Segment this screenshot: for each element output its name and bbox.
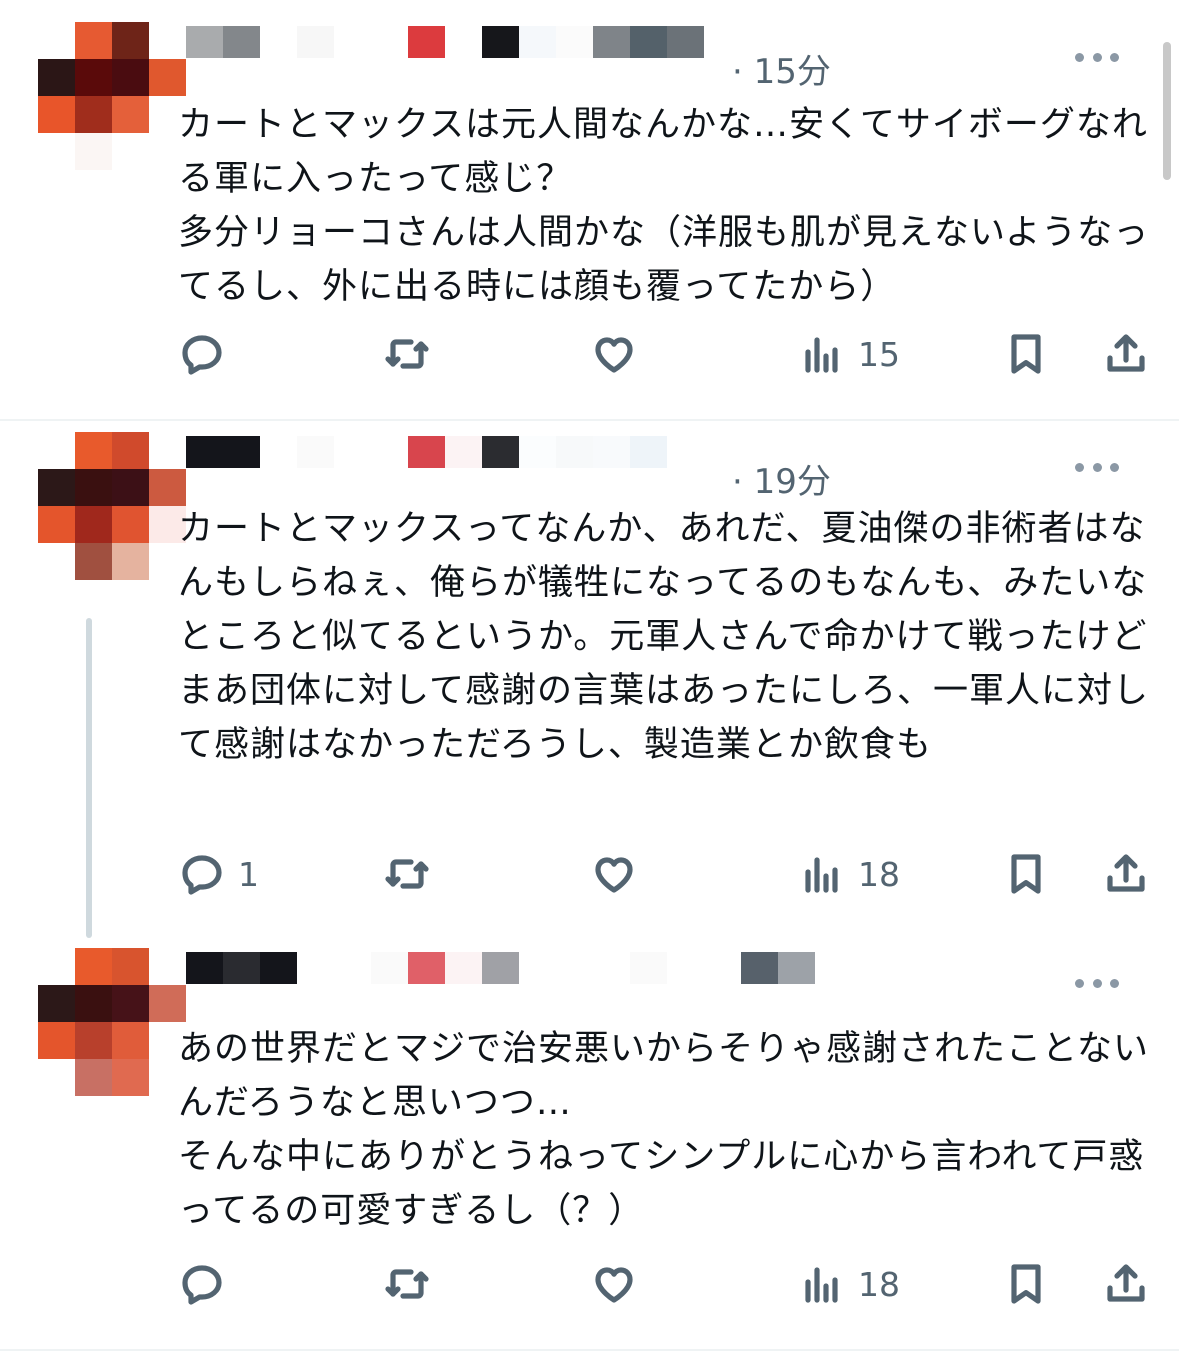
views-icon: [805, 1267, 838, 1303]
action-bar: 1 18: [178, 848, 1151, 900]
tweet-text: カートとマックスってなんか、あれだ、夏油傑の非術者はなんもしらねぇ、俺らが犠牲に…: [178, 509, 1149, 765]
scrollbar[interactable]: [1163, 42, 1171, 180]
like-icon: [595, 1267, 633, 1303]
more-icon[interactable]: [1075, 460, 1119, 474]
views-count: 18: [858, 1264, 900, 1304]
bookmark-button[interactable]: [1002, 1260, 1050, 1308]
like-button[interactable]: [590, 850, 638, 898]
thread-line: [86, 618, 92, 938]
views-button[interactable]: 15: [798, 330, 900, 378]
tweet[interactable]: · 15分 カートとマックスは元人間なんかな…安くてサイボーグなれる軍に入ったっ…: [0, 0, 1179, 420]
views-count: 15: [858, 334, 900, 374]
views-button[interactable]: 18: [798, 1260, 900, 1308]
timestamp[interactable]: · 19分: [732, 454, 831, 503]
like-icon: [595, 337, 633, 373]
divider: [0, 1349, 1179, 1351]
tweet[interactable]: · 19分 カートとマックスってなんか、あれだ、夏油傑の非術者はなんもしらねぇ、…: [0, 410, 1179, 938]
avatar[interactable]: [38, 22, 186, 170]
bookmark-button[interactable]: [1002, 850, 1050, 898]
views-button[interactable]: 18: [798, 850, 900, 898]
reply-button[interactable]: [178, 330, 238, 378]
action-bar: 18: [178, 1258, 1151, 1310]
tweet-text: カートとマックスは元人間なんかな…安くてサイボーグなれる軍に入ったって感じ？ 多…: [178, 105, 1150, 307]
bookmark-icon: [1011, 1264, 1041, 1304]
avatar[interactable]: [38, 948, 186, 1096]
retweet-button[interactable]: [383, 1260, 431, 1308]
tweet-text: あの世界だとマジで治安悪いからそりゃ感謝されたことないんだろうなと思いつつ… そ…: [178, 1029, 1149, 1231]
reply-button[interactable]: 1: [178, 850, 259, 898]
action-bar: 15: [178, 328, 1151, 380]
tweet[interactable]: あの世界だとマジで治安悪いからそりゃ感謝されたことないんだろうなと思いつつ… そ…: [0, 926, 1179, 1354]
more-icon[interactable]: [1075, 976, 1119, 990]
views-count: 18: [858, 854, 900, 894]
retweet-button[interactable]: [383, 850, 431, 898]
avatar[interactable]: [38, 432, 186, 580]
like-button[interactable]: [590, 1260, 638, 1308]
share-button[interactable]: [1102, 850, 1150, 898]
reply-icon: [182, 1265, 222, 1305]
share-button[interactable]: [1102, 330, 1150, 378]
reply-button[interactable]: [178, 1260, 238, 1308]
retweet-icon: [385, 859, 429, 889]
bookmark-icon: [1011, 854, 1041, 894]
retweet-button[interactable]: [383, 330, 431, 378]
views-icon: [805, 857, 838, 893]
like-button[interactable]: [590, 330, 638, 378]
display-name-redacted[interactable]: [186, 436, 704, 468]
bookmark-button[interactable]: [1002, 330, 1050, 378]
retweet-icon: [385, 1269, 429, 1299]
reply-icon: [182, 855, 222, 895]
views-icon: [805, 337, 838, 373]
share-icon: [1107, 334, 1145, 372]
reply-icon: [182, 335, 222, 375]
share-button[interactable]: [1102, 1260, 1150, 1308]
retweet-icon: [385, 339, 429, 369]
timestamp[interactable]: · 15分: [732, 44, 831, 93]
share-icon: [1107, 854, 1145, 892]
share-icon: [1107, 1264, 1145, 1302]
display-name-redacted[interactable]: [186, 26, 704, 58]
display-name-redacted[interactable]: [186, 952, 815, 984]
bookmark-icon: [1011, 334, 1041, 374]
like-icon: [595, 857, 633, 893]
more-icon[interactable]: [1075, 50, 1119, 64]
reply-count: 1: [238, 854, 259, 894]
